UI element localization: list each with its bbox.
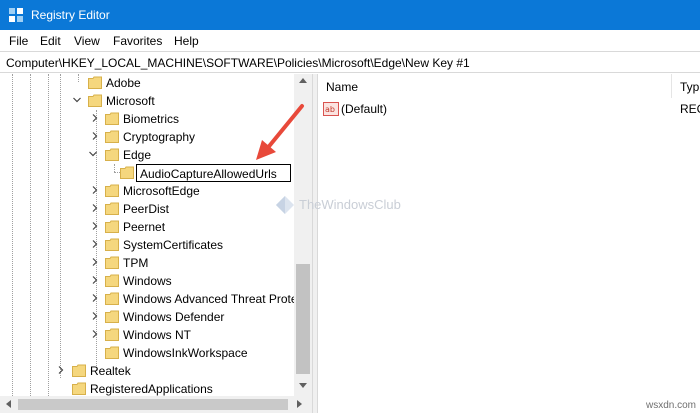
- menu-view[interactable]: View: [74, 34, 100, 48]
- chevron-down-icon[interactable]: [88, 149, 98, 159]
- tree-vertical-scroll-thumb[interactable]: [296, 264, 310, 374]
- tree-item-label: Windows NT: [123, 328, 192, 342]
- chevron-right-icon[interactable]: [90, 203, 100, 213]
- tree-item-systemcertificates[interactable]: SystemCertificates: [0, 236, 294, 254]
- rename-key-input[interactable]: AudioCaptureAllowedUrls: [136, 164, 291, 182]
- tree-item-microsoftedge[interactable]: MicrosoftEdge: [0, 182, 294, 200]
- tree-item-label: Cryptography: [123, 130, 196, 144]
- tree-item-tpm[interactable]: TPM: [0, 254, 294, 272]
- address-bar[interactable]: Computer\HKEY_LOCAL_MACHINE\SOFTWARE\Pol…: [0, 51, 700, 73]
- tree-horizontal-scrollbar[interactable]: [0, 396, 312, 413]
- chevron-right-icon[interactable]: [56, 365, 66, 375]
- folder-icon: [105, 310, 119, 323]
- tree-item-label: Adobe: [106, 76, 141, 90]
- chevron-right-icon[interactable]: [90, 239, 100, 249]
- folder-icon: [105, 220, 119, 233]
- folder-icon: [105, 112, 119, 125]
- folder-icon: [105, 274, 119, 287]
- window-title: Registry Editor: [31, 8, 110, 22]
- tree-item-label: Realtek: [90, 364, 131, 378]
- value-type: REG: [680, 102, 700, 116]
- column-header-type[interactable]: Typ: [672, 74, 700, 98]
- tree-item-registeredapplications[interactable]: RegisteredApplications: [0, 380, 294, 396]
- folder-icon: [120, 166, 134, 179]
- values-pane: Name Typ ab (Default) REG: [318, 74, 700, 413]
- tree-item-label: SystemCertificates: [123, 238, 224, 252]
- tree-item-label: Windows Defender: [123, 310, 225, 324]
- folder-icon: [105, 202, 119, 215]
- scroll-down-icon[interactable]: [299, 383, 307, 389]
- column-header-name[interactable]: Name: [318, 74, 672, 98]
- tree-item-peerdist[interactable]: PeerDist: [0, 200, 294, 218]
- tree-item-label: WindowsInkWorkspace: [123, 346, 248, 360]
- tree-item-label: Biometrics: [123, 112, 180, 126]
- folder-icon: [72, 364, 86, 377]
- chevron-right-icon[interactable]: [90, 221, 100, 231]
- folder-icon: [72, 382, 86, 395]
- menu-file[interactable]: File: [9, 34, 28, 48]
- tree-item-label: Peernet: [123, 220, 166, 234]
- tree-item-windowsinkworkspace[interactable]: WindowsInkWorkspace: [0, 344, 294, 362]
- tree-item-windows-atp[interactable]: Windows Advanced Threat Prote: [0, 290, 294, 308]
- column-header-name-label: Name: [326, 80, 359, 94]
- menu-help[interactable]: Help: [174, 34, 199, 48]
- tree-item-label: RegisteredApplications: [90, 382, 213, 396]
- folder-icon: [105, 184, 119, 197]
- scroll-left-icon[interactable]: [5, 400, 11, 408]
- watermark-logo-icon: [276, 196, 294, 214]
- folder-icon: [105, 346, 119, 359]
- tree-item-windows-nt[interactable]: Windows NT: [0, 326, 294, 344]
- value-row[interactable]: ab (Default) REG: [318, 100, 700, 118]
- scroll-up-icon[interactable]: [299, 77, 307, 83]
- menu-favorites[interactable]: Favorites: [113, 34, 162, 48]
- chevron-right-icon[interactable]: [90, 329, 100, 339]
- menu-edit[interactable]: Edit: [40, 34, 61, 48]
- tree-item-label: TPM: [123, 256, 149, 270]
- folder-icon: [105, 130, 119, 143]
- folder-icon: [105, 328, 119, 341]
- folder-icon: [105, 292, 119, 305]
- tree-item-label: Microsoft: [106, 94, 155, 108]
- tree-item-windows-defender[interactable]: Windows Defender: [0, 308, 294, 326]
- registry-editor-icon: [9, 8, 23, 22]
- folder-open-icon: [105, 148, 119, 161]
- scroll-right-icon[interactable]: [297, 400, 303, 408]
- tree-item-adobe[interactable]: Adobe: [0, 74, 294, 92]
- tree-item-peernet[interactable]: Peernet: [0, 218, 294, 236]
- tree-item-label: MicrosoftEdge: [123, 184, 200, 198]
- menu-bar: File Edit View Favorites Help: [0, 30, 700, 51]
- chevron-right-icon[interactable]: [90, 185, 100, 195]
- chevron-right-icon[interactable]: [90, 131, 100, 141]
- folder-icon: [105, 256, 119, 269]
- tree-horizontal-scroll-thumb[interactable]: [18, 399, 288, 410]
- value-name: (Default): [341, 102, 388, 116]
- tree-item-label: Windows: [123, 274, 172, 288]
- svg-text:ab: ab: [325, 105, 335, 114]
- watermark: TheWindowsClub: [275, 193, 435, 217]
- tree-item-windows[interactable]: Windows: [0, 272, 294, 290]
- chevron-right-icon[interactable]: [90, 293, 100, 303]
- annotation-arrow-icon: [256, 104, 304, 160]
- string-value-icon: ab: [323, 102, 339, 116]
- rename-key-text[interactable]: AudioCaptureAllowedUrls: [140, 167, 277, 181]
- chevron-right-icon[interactable]: [90, 113, 100, 123]
- tree-item-label: Edge: [123, 148, 152, 162]
- title-bar: Registry Editor: [0, 0, 700, 30]
- corner-watermark: wsxdn.com: [645, 400, 696, 411]
- chevron-right-icon[interactable]: [90, 275, 100, 285]
- column-header-type-label: Typ: [680, 80, 700, 94]
- chevron-right-icon[interactable]: [90, 311, 100, 321]
- tree-item-label: Windows Advanced Threat Prote: [123, 292, 294, 306]
- tree-item-realtek[interactable]: Realtek: [0, 362, 294, 380]
- chevron-right-icon[interactable]: [90, 257, 100, 267]
- address-path[interactable]: Computer\HKEY_LOCAL_MACHINE\SOFTWARE\Pol…: [6, 56, 470, 70]
- folder-open-icon: [88, 94, 102, 107]
- tree-item-label: PeerDist: [123, 202, 170, 216]
- folder-icon: [105, 238, 119, 251]
- chevron-down-icon[interactable]: [72, 95, 82, 105]
- watermark-text: TheWindowsClub: [299, 197, 401, 212]
- folder-icon: [88, 76, 102, 89]
